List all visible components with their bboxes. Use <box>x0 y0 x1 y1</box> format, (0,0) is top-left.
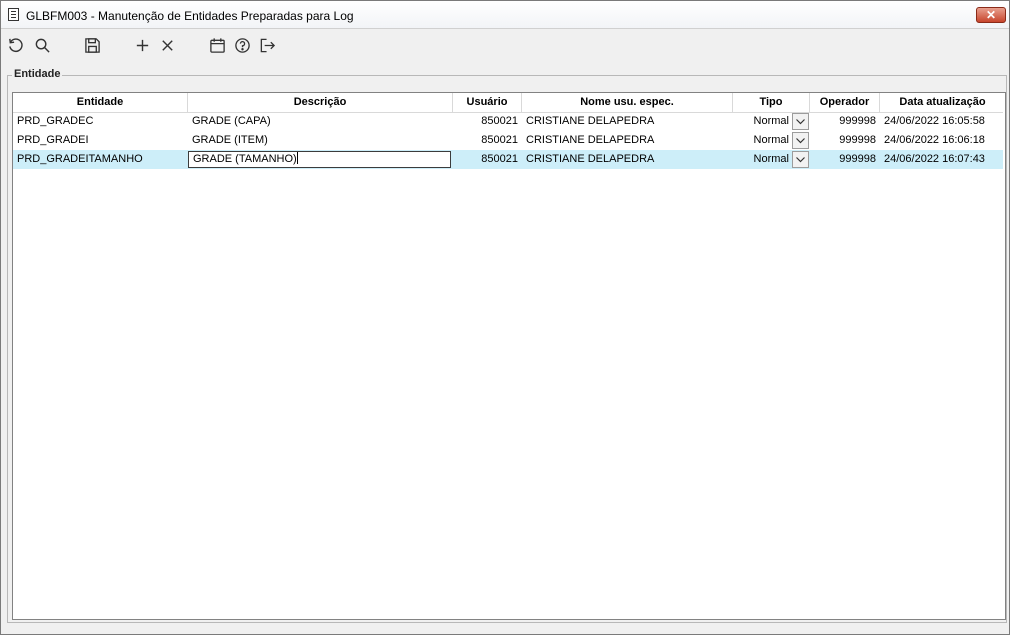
cell-data[interactable]: 24/06/2022 16:05:58 <box>880 112 1005 131</box>
cell-nome[interactable]: CRISTIANE DELAPEDRA <box>522 112 733 131</box>
descricao-edit-field[interactable]: GRADE (TAMANHO) <box>188 151 451 168</box>
column-header-entidade[interactable]: Entidade <box>13 93 188 112</box>
chevron-down-icon <box>796 157 805 163</box>
entidade-group: Entidade Entidade Descrição Usuário Nome… <box>7 68 1007 623</box>
data-grid[interactable]: Entidade Descrição Usuário Nome usu. esp… <box>12 92 1006 620</box>
toolbar <box>1 29 1009 61</box>
tipo-select[interactable]: Normal <box>733 112 789 131</box>
refresh-icon[interactable] <box>5 35 25 55</box>
cell-operador[interactable]: 999998 <box>810 112 880 131</box>
delete-icon[interactable] <box>157 35 177 55</box>
cell-usuario[interactable]: 850021 <box>453 112 522 131</box>
cell-operador[interactable]: 999998 <box>810 150 880 169</box>
save-icon[interactable] <box>82 35 102 55</box>
help-icon[interactable] <box>232 35 252 55</box>
tipo-select[interactable]: Normal <box>733 131 789 150</box>
close-button[interactable]: ✕ <box>976 7 1006 23</box>
cell-usuario[interactable]: 850021 <box>453 131 522 150</box>
cell-usuario[interactable]: 850021 <box>453 150 522 169</box>
column-header-nome[interactable]: Nome usu. espec. <box>522 93 733 112</box>
column-header-operador[interactable]: Operador <box>810 93 880 112</box>
exit-icon[interactable] <box>257 35 277 55</box>
app-window: GLBFM003 - Manutenção de Entidades Prepa… <box>0 0 1010 635</box>
cell-descricao[interactable]: GRADE (CAPA) <box>188 112 453 131</box>
search-icon[interactable] <box>32 35 52 55</box>
column-header-tipo[interactable]: Tipo <box>733 93 810 112</box>
tipo-select[interactable]: Normal <box>733 150 789 169</box>
table-row-selected[interactable]: PRD_GRADEITAMANHO GRADE (TAMANHO) 850021… <box>13 150 1003 169</box>
cell-data[interactable]: 24/06/2022 16:07:43 <box>880 150 1005 169</box>
cell-entidade[interactable]: PRD_GRADEC <box>13 112 188 131</box>
table-header: Entidade Descrição Usuário Nome usu. esp… <box>13 93 1003 113</box>
title-bar[interactable]: GLBFM003 - Manutenção de Entidades Prepa… <box>1 1 1009 29</box>
chevron-down-icon <box>796 138 805 144</box>
dropdown-button[interactable] <box>792 113 809 130</box>
dropdown-button[interactable] <box>792 132 809 149</box>
cell-entidade[interactable]: PRD_GRADEITAMANHO <box>13 150 188 169</box>
text-caret <box>296 152 298 164</box>
edit-value: GRADE (TAMANHO) <box>193 153 297 165</box>
cell-nome[interactable]: CRISTIANE DELAPEDRA <box>522 150 733 169</box>
document-icon <box>8 8 19 21</box>
add-icon[interactable] <box>132 35 152 55</box>
dropdown-button[interactable] <box>792 151 809 168</box>
cell-descricao[interactable]: GRADE (ITEM) <box>188 131 453 150</box>
window-title: GLBFM003 - Manutenção de Entidades Prepa… <box>26 9 354 23</box>
cell-nome[interactable]: CRISTIANE DELAPEDRA <box>522 131 733 150</box>
cell-operador[interactable]: 999998 <box>810 131 880 150</box>
cell-data[interactable]: 24/06/2022 16:06:18 <box>880 131 1005 150</box>
column-header-usuario[interactable]: Usuário <box>453 93 522 112</box>
column-header-data[interactable]: Data atualização <box>880 93 1005 112</box>
column-header-descricao[interactable]: Descrição <box>188 93 453 112</box>
table-row[interactable]: PRD_GRADEC GRADE (CAPA) 850021 CRISTIANE… <box>13 112 1003 131</box>
calendar-icon[interactable] <box>207 35 227 55</box>
group-label: Entidade <box>12 68 63 80</box>
cell-entidade[interactable]: PRD_GRADEI <box>13 131 188 150</box>
table-row[interactable]: PRD_GRADEI GRADE (ITEM) 850021 CRISTIANE… <box>13 131 1003 150</box>
chevron-down-icon <box>796 119 805 125</box>
